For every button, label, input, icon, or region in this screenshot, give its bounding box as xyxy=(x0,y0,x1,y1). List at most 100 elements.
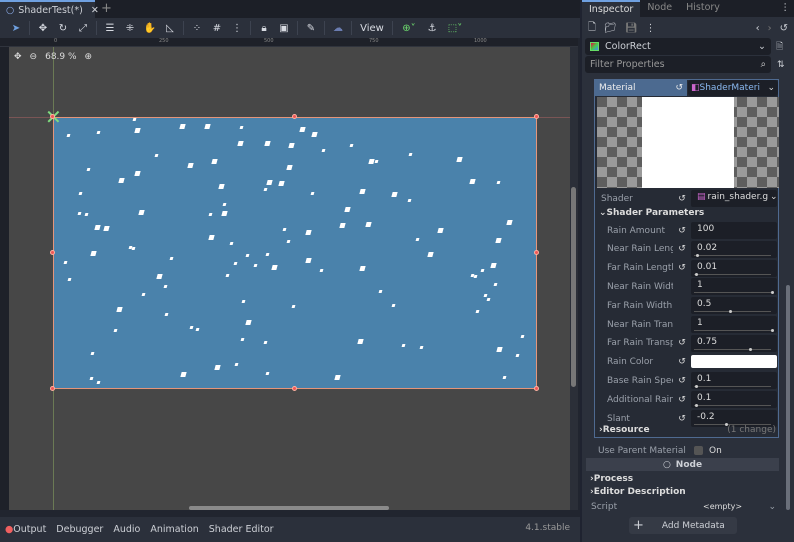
center-view-icon[interactable]: ✥ xyxy=(14,52,22,62)
add-metadata-button[interactable]: + Add Metadata xyxy=(629,517,737,534)
slider-knob[interactable] xyxy=(695,253,699,257)
camera-override-icon[interactable]: ☁ xyxy=(328,20,348,36)
tab-audio[interactable]: Audio xyxy=(113,524,140,535)
vertical-scrollbar[interactable] xyxy=(570,47,578,510)
lock-icon[interactable]: 🔒︎ xyxy=(254,20,274,36)
resize-handle[interactable] xyxy=(534,386,539,391)
dock-menu-icon[interactable]: ⋮ xyxy=(777,0,794,17)
view-menu[interactable]: View xyxy=(355,20,389,36)
node-selector[interactable]: ColorRect ⌄ xyxy=(585,38,771,55)
zoom-level[interactable]: 68.9 % xyxy=(45,52,76,62)
reset-icon[interactable]: ↺ xyxy=(673,376,691,386)
editor-description-header[interactable]: › Editor Description xyxy=(582,485,794,498)
zoom-out-icon[interactable]: ⊖ xyxy=(30,52,38,62)
resize-handle[interactable] xyxy=(50,114,55,119)
slider-knob[interactable] xyxy=(694,404,698,408)
smart-snap-icon[interactable]: ⁘ xyxy=(187,20,207,36)
zoom-in-icon[interactable]: ⊕ xyxy=(85,52,93,62)
param-value-input[interactable]: 1 xyxy=(691,316,777,333)
slider-knob[interactable] xyxy=(728,310,732,314)
param-value-input[interactable]: 0.75 xyxy=(691,334,777,352)
param-value-input[interactable]: 0.01 xyxy=(691,259,777,277)
reset-icon[interactable]: ↺ xyxy=(675,83,683,93)
resize-handle[interactable] xyxy=(534,114,539,119)
grid-snap-icon[interactable]: # xyxy=(207,20,227,36)
filter-options-icon[interactable]: ⇅ xyxy=(777,60,785,70)
tab-shader-editor[interactable]: Shader Editor xyxy=(209,524,274,535)
history-back-icon[interactable]: ‹ xyxy=(756,23,760,34)
history-forward-icon[interactable]: › xyxy=(768,23,772,34)
group-icon[interactable]: ▣ xyxy=(274,20,294,36)
use-parent-material-checkbox[interactable] xyxy=(694,446,703,455)
container-sizing-icon[interactable]: ⬚˅ xyxy=(442,20,468,36)
tab-node[interactable]: Node xyxy=(640,0,679,17)
chevron-down-icon[interactable]: ⌄ xyxy=(768,502,776,512)
tab-debugger[interactable]: Debugger xyxy=(56,524,103,535)
list-select-icon[interactable]: ☰ xyxy=(100,20,120,36)
param-slider[interactable] xyxy=(694,329,774,332)
resize-handle[interactable] xyxy=(50,386,55,391)
param-value-input[interactable]: 0.1 xyxy=(691,391,777,409)
resize-handle[interactable] xyxy=(50,250,55,255)
shader-resource-picker[interactable]: ▤ rain_shader.g ⌄ xyxy=(691,190,778,207)
reset-icon[interactable]: ↺ xyxy=(673,338,691,348)
pivot-tool-icon[interactable]: ⁜ xyxy=(120,20,140,36)
save-resource-icon[interactable]: 💾︎ xyxy=(625,23,638,34)
param-slider[interactable] xyxy=(694,310,771,314)
param-value-input[interactable]: 0.5 xyxy=(691,297,777,315)
scroll-thumb[interactable] xyxy=(189,506,389,510)
resize-handle[interactable] xyxy=(292,386,297,391)
resize-handle[interactable] xyxy=(292,114,297,119)
viewport[interactable]: ✕ xyxy=(9,47,570,510)
close-icon[interactable]: ✕ xyxy=(91,5,99,16)
select-tool-icon[interactable]: ➤ xyxy=(6,20,26,36)
more-icon[interactable]: ⋮ xyxy=(227,20,247,36)
tab-history[interactable]: History xyxy=(679,0,727,17)
scroll-thumb[interactable] xyxy=(571,187,576,387)
tab-animation[interactable]: Animation xyxy=(150,524,198,535)
param-slider[interactable] xyxy=(694,404,771,408)
param-slider[interactable] xyxy=(694,291,774,295)
scale-tool-icon[interactable]: ⤢ xyxy=(73,20,93,36)
horizontal-scrollbar[interactable] xyxy=(9,505,570,511)
script-picker[interactable]: <empty> xyxy=(703,502,742,511)
tab-output[interactable]: ●Output xyxy=(5,524,46,535)
anchor-icon[interactable]: ⚓︎ xyxy=(422,20,442,36)
open-resource-icon[interactable]: 📁︎ xyxy=(604,23,617,34)
reset-icon[interactable]: ↺ xyxy=(673,194,691,204)
scene-tab[interactable]: ○ ShaderTest(*) ✕ xyxy=(0,0,99,18)
reset-icon[interactable]: ↺ xyxy=(673,395,691,405)
filter-properties-input[interactable]: Filter Properties ⌕ xyxy=(585,56,771,73)
param-value-input[interactable]: 0.1 xyxy=(691,372,777,390)
inspector-scrollbar[interactable] xyxy=(786,285,790,510)
color-rect-preview[interactable] xyxy=(53,117,537,389)
tab-inspector[interactable]: Inspector xyxy=(582,0,641,17)
param-value-input[interactable]: 1 xyxy=(691,278,777,296)
process-header[interactable]: › Process xyxy=(582,472,794,485)
rain-color-picker[interactable] xyxy=(691,354,777,368)
recent-history-icon[interactable]: ↺ xyxy=(780,23,788,34)
param-slider[interactable] xyxy=(694,272,771,276)
add-tab-button[interactable]: + xyxy=(101,1,112,16)
slider-knob[interactable] xyxy=(771,329,774,332)
param-value-input[interactable]: 100 xyxy=(691,222,777,239)
resource-header[interactable]: › Resource (1 change) xyxy=(595,423,780,437)
rotate-tool-icon[interactable]: ↻ xyxy=(53,20,73,36)
new-resource-icon[interactable]: 🗋︎ xyxy=(588,20,596,37)
reset-icon[interactable]: ↺ xyxy=(673,226,691,236)
param-slider[interactable] xyxy=(694,385,771,389)
reset-icon[interactable]: ↺ xyxy=(673,263,691,273)
ruler-tool-icon[interactable]: ◺ xyxy=(160,20,180,36)
slider-knob[interactable] xyxy=(771,291,774,295)
material-resource-picker[interactable]: ◧ ShaderMateri ⌄ xyxy=(688,80,778,96)
shader-parameters-header[interactable]: ⌄ Shader Parameters xyxy=(595,206,780,220)
param-slider[interactable] xyxy=(694,347,771,351)
anchor-preset-icon[interactable]: ⊕˅ xyxy=(396,20,422,36)
reset-icon[interactable]: ↺ xyxy=(673,357,691,367)
param-slider[interactable] xyxy=(694,253,771,257)
slider-knob[interactable] xyxy=(694,272,698,276)
more-icon[interactable]: ⋮ xyxy=(645,23,655,34)
param-value-input[interactable]: 0.02 xyxy=(691,240,777,258)
move-tool-icon[interactable]: ✥ xyxy=(33,20,53,36)
bone-icon[interactable]: ✎ xyxy=(301,20,321,36)
